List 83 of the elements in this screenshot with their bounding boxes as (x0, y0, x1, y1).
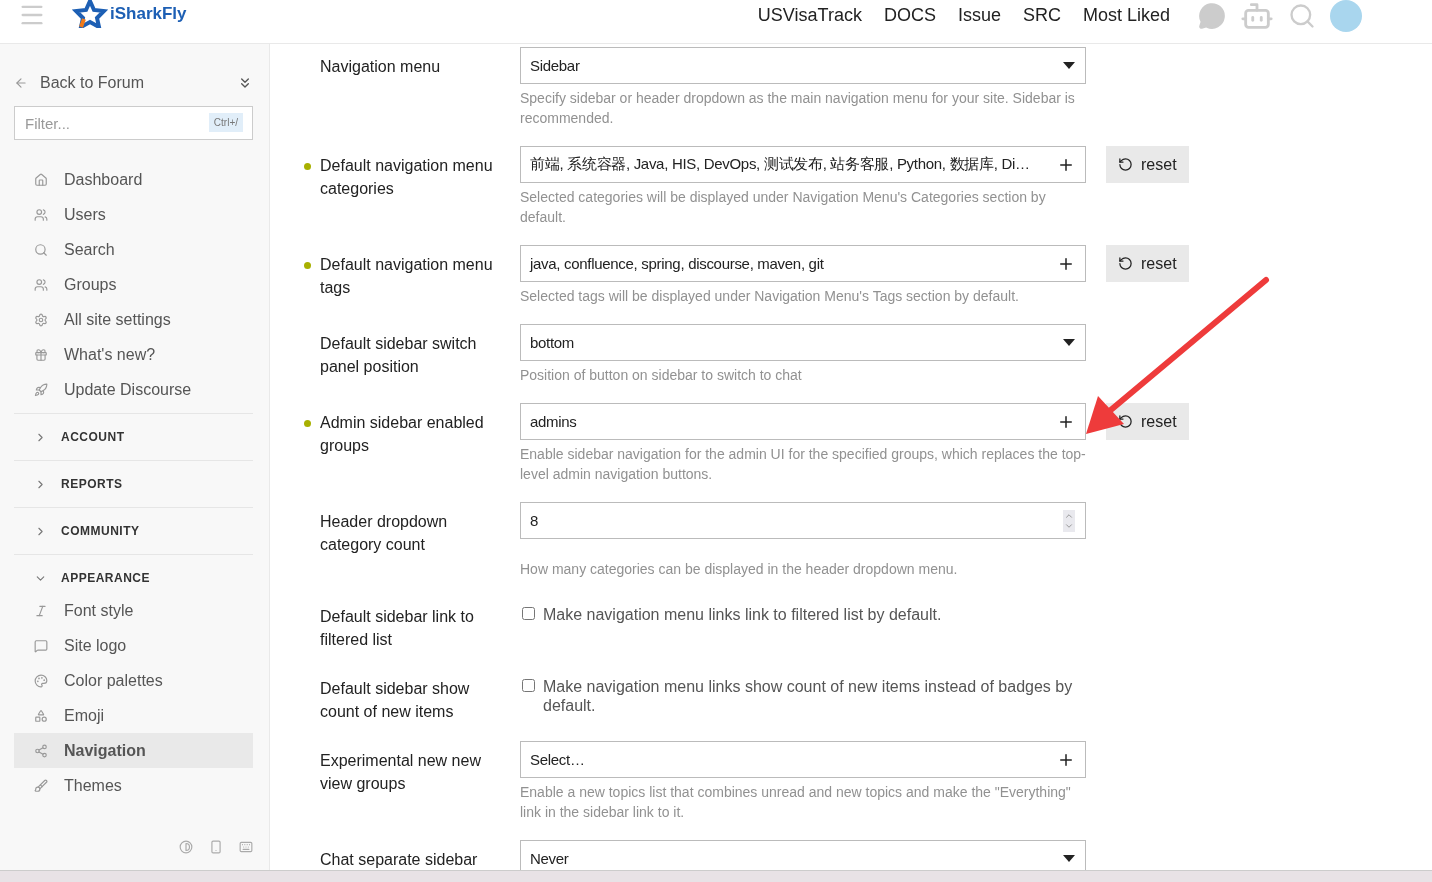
caret-icon (1063, 62, 1075, 69)
section-header[interactable]: ACCOUNT (14, 413, 253, 460)
nav-link[interactable]: USVisaTrack (757, 5, 862, 26)
setting-label: Experimental new new view groups (320, 751, 482, 794)
shapes-icon (34, 708, 48, 723)
sidebar-item[interactable]: Users (14, 197, 253, 232)
back-link[interactable]: Back to Forum (14, 74, 145, 92)
reset-icon (1118, 414, 1133, 429)
setting-description: Position of button on sidebar to switch to chat (520, 366, 803, 385)
users-icon (34, 207, 48, 222)
setting-description: Enable a new topics list that combines unread and new topics and make the "Everything" link in the sidebar link to it. (520, 783, 1072, 822)
sidebar-item[interactable]: All site settings (14, 302, 253, 337)
spinner-icon (1063, 509, 1075, 532)
setting-label: Default navigation menu tags (320, 255, 494, 298)
reset-icon (1118, 256, 1133, 271)
section-header[interactable]: REPORTS (14, 460, 253, 507)
multi-select-field[interactable]: Select… (520, 741, 1086, 778)
avatar[interactable] (1330, 0, 1362, 32)
gift-icon (34, 347, 48, 362)
multi-select-field[interactable]: admins (520, 403, 1086, 440)
setting-description: Selected tags will be displayed under Navigation Menu's Tags section by default. (520, 287, 1020, 306)
nav-link[interactable]: DOCS (883, 5, 936, 26)
search-icon (34, 242, 48, 257)
section-header[interactable]: APPEARANCE (14, 554, 253, 601)
sidebar-item[interactable]: Site logo (14, 628, 253, 663)
nav-link[interactable]: SRC (1022, 5, 1061, 26)
nav-link[interactable]: Most Liked (1082, 5, 1170, 26)
setting-label: Default sidebar show count of new items (320, 679, 471, 722)
sidebar-item[interactable]: Emoji (14, 698, 253, 733)
sidebar-item[interactable]: Themes (14, 768, 253, 803)
phone-icon[interactable] (209, 840, 223, 854)
setting-label: Default navigation menu categories (320, 156, 494, 199)
people-icon (34, 277, 48, 292)
speech-bubble-icon (34, 638, 48, 653)
setting-label: Header dropdown category count (320, 512, 449, 555)
logo-text[interactable]: iSharkFly (110, 3, 187, 24)
sidebar-item[interactable]: What's new? (14, 337, 253, 372)
reset-button[interactable]: reset (1106, 146, 1189, 183)
setting-label: Default sidebar switch panel position (320, 334, 478, 377)
caret-icon (1063, 339, 1075, 346)
sidebar-item[interactable]: Navigation (14, 733, 253, 768)
palette-icon (34, 673, 48, 688)
setting-description: How many categories can be displayed in the header dropdown menu. (520, 560, 959, 579)
setting-description: Specify sidebar or header dropdown as the main navigation menu for your site. Sidebar is recommended. (520, 89, 1076, 128)
brush-icon (34, 778, 48, 793)
nav-link[interactable]: Issue (957, 5, 1001, 26)
setting-description: Selected categories will be displayed under Navigation Menu's Categories section by default. (520, 188, 1047, 227)
chat-icon[interactable] (1198, 1, 1226, 30)
setting-label: Navigation menu (320, 57, 442, 77)
keyboard-icon[interactable] (239, 840, 253, 854)
multi-select-field[interactable]: java, confluence, spring, discourse, maven, git (520, 245, 1086, 282)
checkbox[interactable] (522, 607, 535, 620)
checkbox-label: Make navigation menu links link to filtered list by default. (543, 605, 942, 624)
settings-icon (34, 312, 48, 327)
reset-icon (1118, 157, 1133, 172)
nodes-icon (34, 743, 48, 758)
sidebar-item[interactable]: Dashboard (14, 162, 253, 197)
rocket-icon (34, 382, 48, 397)
reset-button[interactable]: reset (1106, 403, 1189, 440)
sidebar-item[interactable]: Groups (14, 267, 253, 302)
setting-label: Default sidebar link to filtered list (320, 607, 475, 650)
star-logo-icon (72, 0, 108, 28)
setting-label: Admin sidebar enabled groups (320, 413, 485, 456)
setting-label: Chat separate sidebar (320, 850, 479, 870)
italic-icon (34, 603, 48, 618)
number-field[interactable]: 8 (520, 502, 1086, 539)
dropdown-field[interactable]: bottom (520, 324, 1086, 361)
section-header[interactable]: COMMUNITY (14, 507, 253, 554)
setting-description: Enable sidebar navigation for the admin UI for the specified groups, which replaces the top-level admin navigation buttons. (520, 445, 1086, 484)
search-icon[interactable] (1288, 1, 1316, 30)
checkbox-label: Make navigation menu links show count of new items instead of badges by default. (543, 677, 1074, 715)
checkbox[interactable] (522, 679, 535, 692)
home-icon (34, 172, 48, 187)
dropdown-field[interactable]: Sidebar (520, 47, 1086, 84)
contrast-icon[interactable] (179, 840, 193, 854)
reset-button[interactable]: reset (1106, 245, 1189, 282)
sidebar-item[interactable]: Search (14, 232, 253, 267)
multi-select-field[interactable]: 前端, 系统容器, Java, HIS, DevOps, 测试发布, 站务客服, Python, 数据库, Di… (520, 146, 1086, 183)
shortcut-hint: Ctrl+/ (208, 113, 243, 132)
caret-icon (1063, 855, 1075, 862)
dropdown-field[interactable]: Never (520, 840, 1086, 870)
sidebar-item[interactable]: Update Discourse (14, 372, 253, 407)
sidebar-item[interactable]: Color palettes (14, 663, 253, 698)
